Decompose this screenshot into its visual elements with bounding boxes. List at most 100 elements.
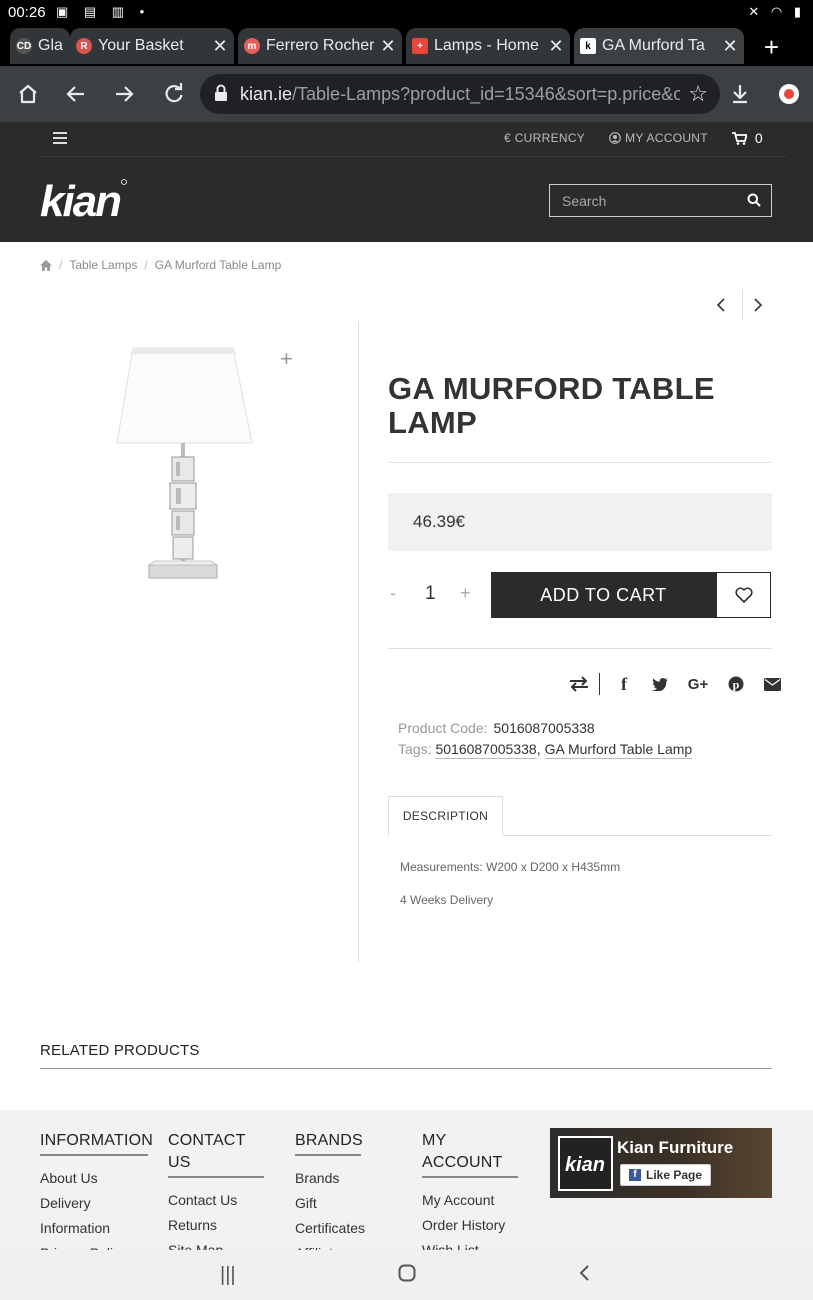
new-tab-icon[interactable]: + <box>764 32 779 63</box>
url-host: kian.ie <box>240 84 293 104</box>
kian-logo[interactable]: kian <box>40 174 130 224</box>
footer-heading: CONTACT US <box>168 1130 264 1178</box>
search-box[interactable]: Search <box>549 184 772 217</box>
footer-link[interactable]: Brands <box>295 1166 361 1191</box>
close-tab-icon[interactable]: ✕ <box>542 36 570 57</box>
breadcrumb-separator: / <box>59 258 63 272</box>
tab-title: Your Basket <box>98 37 184 54</box>
logo-text: kian <box>40 177 121 224</box>
tab-gla[interactable]: CD Gla <box>10 28 70 64</box>
tab-ga-murford[interactable]: k GA Murford Ta ✕ <box>574 28 744 64</box>
small-logo-text: kian <box>565 1154 605 1176</box>
close-tab-icon[interactable]: ✕ <box>206 36 234 57</box>
kian-small-logo: kian <box>558 1136 613 1191</box>
product-title: GA MURFORD TABLE LAMP <box>388 371 715 440</box>
facebook-page-name: Kian Furniture <box>617 1138 734 1157</box>
email-icon[interactable] <box>760 672 784 696</box>
footer-link[interactable]: Gift <box>295 1191 361 1216</box>
footer-link[interactable]: Delivery <box>40 1191 148 1216</box>
footer-link[interactable]: Contact Us <box>168 1188 264 1213</box>
prev-product-icon[interactable] <box>716 298 726 312</box>
heart-icon <box>734 587 753 603</box>
product-column-divider <box>358 322 359 962</box>
breadcrumb-table-lamps[interactable]: Table Lamps <box>69 258 137 272</box>
notification-icons: ▣ ▤ ▥ • <box>56 4 151 19</box>
currency-link[interactable]: € CURRENCY <box>504 131 585 145</box>
breadcrumb-current[interactable]: GA Murford Table Lamp <box>155 258 282 272</box>
home-icon[interactable] <box>40 259 52 271</box>
footer-link[interactable]: Information <box>40 1216 148 1241</box>
facebook-icon: f <box>629 1169 641 1181</box>
divider <box>388 648 772 649</box>
facebook-page-widget[interactable]: kian Kian Furniture f Like Page <box>550 1128 772 1198</box>
reload-icon[interactable] <box>158 78 190 110</box>
tab-favicon: k <box>580 38 596 54</box>
footer-heading: MY ACCOUNT <box>422 1130 518 1178</box>
zoom-plus-icon[interactable]: + <box>280 346 293 372</box>
next-product-icon[interactable] <box>753 298 763 312</box>
compare-icon[interactable] <box>567 672 591 696</box>
bookmark-star-icon[interactable]: ☆ <box>688 81 708 107</box>
home-icon[interactable] <box>12 78 44 110</box>
back-icon[interactable] <box>60 78 92 110</box>
product-measurements: Measurements: W200 x D200 x H435mm <box>400 860 621 874</box>
google-plus-icon[interactable]: G+ <box>684 672 712 696</box>
product-code-label: Product Code: <box>398 720 488 736</box>
forward-icon[interactable] <box>108 78 140 110</box>
tab-favicon: R <box>76 38 92 54</box>
tab-description[interactable]: DESCRIPTION <box>388 796 503 836</box>
twitter-icon[interactable] <box>648 672 672 696</box>
facebook-icon[interactable]: f <box>612 672 636 696</box>
hamburger-menu-icon[interactable] <box>53 132 67 144</box>
tags-row: Tags: 5016087005338, GA Murford Table Lamp <box>398 741 693 759</box>
add-to-cart-button[interactable]: ADD TO CART <box>491 572 716 618</box>
tab-favicon: m <box>244 38 260 54</box>
quantity-input[interactable]: 1 <box>425 583 436 605</box>
close-tab-icon[interactable]: ✕ <box>374 36 402 57</box>
footer-heading-line: US <box>168 1154 191 1171</box>
footer-my-account: MYACCOUNT My Account Order History Wish … <box>422 1130 518 1263</box>
quantity-decrease-button[interactable]: - <box>390 583 396 604</box>
address-bar[interactable]: kian.ie/Table-Lamps?product_id=15346&sor… <box>200 74 720 114</box>
cart-count: 0 <box>754 130 763 146</box>
footer-heading: INFORMATION <box>40 1130 153 1156</box>
recent-apps-icon[interactable]: ||| <box>220 1264 236 1287</box>
tab-title: Ferrero Rocher <box>266 37 374 54</box>
tab-title: GA Murford Ta <box>602 37 705 54</box>
tag-link[interactable]: 5016087005338 <box>435 741 537 759</box>
download-icon[interactable] <box>724 78 756 110</box>
share-bar: f G+ p <box>567 672 796 696</box>
footer-link[interactable]: Order History <box>422 1213 518 1238</box>
footer-link[interactable]: My Account <box>422 1188 518 1213</box>
tab-your-basket[interactable]: R Your Basket ✕ <box>70 28 234 64</box>
tab-title: Lamps - Home <box>434 37 539 54</box>
back-button-icon[interactable] <box>578 1264 590 1288</box>
facebook-like-button[interactable]: f Like Page <box>620 1164 712 1186</box>
tab-ferrero-rocher[interactable]: m Ferrero Rocher ✕ <box>238 28 402 64</box>
profile-avatar-icon[interactable] <box>779 84 799 104</box>
tag-link[interactable]: GA Murford Table Lamp <box>544 741 693 759</box>
cart-link[interactable]: 0 <box>731 130 763 146</box>
tab-lamps-home[interactable]: + Lamps - Home ✕ <box>406 28 570 64</box>
breadcrumb-separator: / <box>144 258 148 272</box>
home-button-icon[interactable] <box>398 1264 416 1288</box>
related-products-heading: RELATED PRODUCTS <box>40 1042 200 1059</box>
close-tab-icon[interactable]: ✕ <box>716 36 744 57</box>
quantity-increase-button[interactable]: + <box>460 583 471 604</box>
top-nav: € CURRENCY MY ACCOUNT 0 <box>504 130 763 146</box>
pager-divider <box>742 290 743 320</box>
header-divider <box>40 156 786 157</box>
footer-link[interactable]: About Us <box>40 1166 148 1191</box>
tag-separator: , <box>536 741 541 757</box>
related-divider <box>40 1068 772 1069</box>
product-price: 46.39€ <box>413 512 465 531</box>
my-account-link[interactable]: MY ACCOUNT <box>609 131 708 145</box>
search-icon[interactable] <box>747 193 761 207</box>
search-placeholder: Search <box>562 193 607 209</box>
product-image[interactable] <box>55 330 320 610</box>
footer-link[interactable]: Returns <box>168 1213 264 1238</box>
add-to-wishlist-button[interactable] <box>716 572 771 618</box>
status-time: 00:26 <box>8 4 46 21</box>
footer-link[interactable]: Certificates <box>295 1216 365 1241</box>
pinterest-icon[interactable]: p <box>724 672 748 696</box>
